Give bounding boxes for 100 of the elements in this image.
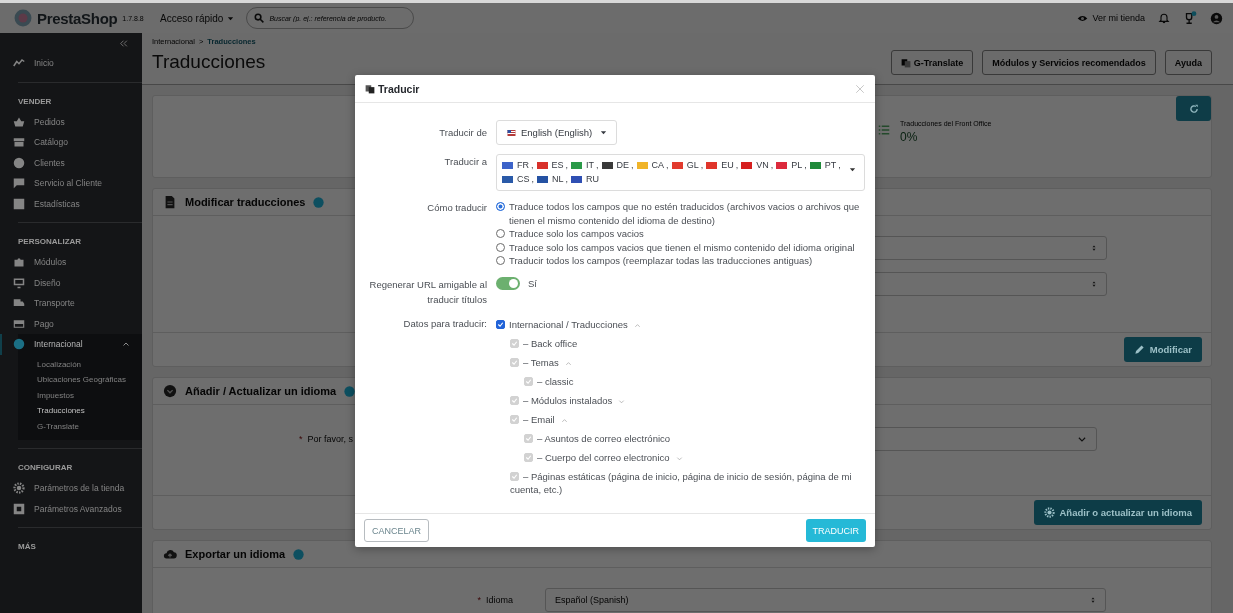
document-icon	[163, 195, 177, 209]
tree-item-label: – Temas	[523, 355, 559, 369]
sort-arrows-icon	[1091, 244, 1097, 252]
caret-icon	[600, 129, 608, 136]
credit-card-icon	[13, 317, 25, 330]
submenu-item[interactable]: Localización	[0, 356, 142, 372]
language-code: CA	[651, 159, 665, 172]
toolbar-button[interactable]: G-Translate	[890, 50, 974, 75]
sidebar-item[interactable]: Estadísticas	[0, 193, 142, 214]
panel-title: Modificar traducciones	[185, 196, 306, 208]
separator-comma: ,	[531, 159, 534, 172]
store-icon	[13, 136, 25, 149]
option-label: Traducir todos los campos (reemplazar todas las traducciones antiguas)	[509, 254, 814, 268]
checkbox[interactable]	[496, 319, 505, 329]
sort-arrows-icon	[1090, 596, 1096, 604]
section-heading: MÁS	[18, 541, 37, 553]
quick-access-button[interactable]: Acceso rápido	[160, 12, 235, 24]
refresh-button[interactable]	[1176, 96, 1211, 121]
option-label: Traduce solo los campos vacios	[509, 227, 645, 241]
submenu-item[interactable]: Traducciones	[0, 403, 142, 419]
tree-item-label: Internacional / Traducciones	[509, 317, 628, 331]
separator-comma: ,	[631, 159, 634, 172]
field-label: Por favor, s	[307, 434, 353, 444]
language-code: EU	[721, 159, 734, 172]
language-code: PL	[791, 159, 803, 172]
sidebar-item[interactable]: Clientes	[0, 152, 142, 173]
page-title: Traducciones	[152, 51, 266, 73]
separator-comma: ,	[531, 173, 535, 186]
section-heading: VENDER	[18, 95, 53, 108]
language-code: DE	[616, 159, 630, 172]
language-code: NL	[552, 173, 564, 186]
info-icon	[344, 385, 356, 397]
field-label: Cómo traducir	[426, 201, 487, 215]
chevron-down-icon	[1077, 434, 1087, 444]
separator-comma: ,	[838, 159, 841, 172]
sort-arrows-icon	[1091, 280, 1097, 288]
chat-bubble-icon	[13, 177, 25, 190]
field-label: Traducir de	[438, 126, 487, 140]
tree-item-label: – classic	[537, 374, 574, 388]
field-label: Idioma	[486, 595, 513, 605]
option-label: Traduce todos los campos que no estén traducidos (archivos vacios o archivos que tienen el mismo contenido del idioma de destino)	[509, 200, 861, 227]
sidebar-item[interactable]: Módulos	[0, 252, 142, 273]
sidebar-item[interactable]: Transporte	[0, 293, 142, 314]
cloud-upload-icon	[163, 547, 177, 561]
separator-comma: ,	[596, 159, 599, 172]
language-multiselect[interactable]: FR , ES , IT , DE , CA , GL , EU , VN , PL , PT , CS , NL , RU	[496, 154, 865, 191]
radio-button[interactable]	[496, 202, 505, 211]
sidebar-item[interactable]: Parámetros Avanzados	[0, 498, 142, 519]
action-button[interactable]: Modificar	[1123, 337, 1202, 362]
view-store-link[interactable]: Ver mi tienda	[1077, 12, 1145, 24]
toggle-switch[interactable]	[496, 276, 520, 290]
section-heading: PERSONALIZAR	[18, 236, 83, 248]
separator-comma: ,	[666, 159, 669, 172]
separator-comma: ,	[700, 159, 704, 172]
collapse-chevrons-icon	[119, 38, 128, 48]
field-label: Traducir a	[443, 155, 487, 169]
toolbar-button[interactable]: Módulos y Servicios recomendados	[982, 50, 1156, 75]
tree-item-label: – Email	[523, 412, 555, 426]
info-icon	[293, 548, 305, 560]
language-code: FR	[517, 159, 529, 172]
submenu-item[interactable]: Impuestos	[0, 387, 142, 403]
language-code: ES	[551, 159, 564, 172]
submenu-item[interactable]: Ubicaciones Geográficas	[0, 372, 142, 388]
language-code: PT	[824, 159, 837, 172]
puzzle-piece-icon	[13, 256, 25, 269]
separator-comma: ,	[735, 159, 739, 172]
toolbar-button[interactable]: Ayuda	[1164, 50, 1212, 75]
select-field[interactable]: Español (Spanish)	[545, 588, 1106, 612]
separator-comma: ,	[565, 159, 569, 172]
tree-item-label: – Asuntos de correo electrónico	[537, 431, 671, 445]
language-select[interactable]: English (English)	[496, 120, 618, 145]
sidebar-item[interactable]: Pedidos	[0, 111, 142, 132]
dialog-title: Traducir	[365, 82, 420, 95]
language-code: CS	[517, 173, 530, 186]
logo-icon	[14, 9, 32, 27]
caret-icon	[227, 14, 235, 22]
chevron-up-icon[interactable]	[633, 321, 641, 329]
pencil-icon	[1133, 344, 1145, 355]
gear-icon	[1043, 507, 1055, 518]
action-button[interactable]: Añadir o actualizar un idioma	[1033, 500, 1202, 525]
sidebar-item[interactable]: Diseño	[0, 272, 142, 293]
tree-item-label: – Back office	[523, 336, 578, 350]
sidebar-item[interactable]: Catálogo	[0, 132, 142, 153]
option-label: Traduce solo los campos vacios que tienen el mismo contenido del idioma original	[509, 240, 856, 254]
required-mark: *	[298, 434, 303, 444]
logo-text: PrestaShop	[37, 9, 118, 27]
translate-icon	[365, 83, 375, 94]
submenu-item[interactable]: G-Translate	[0, 418, 142, 434]
tree-item-label: – Cuerpo del correo electronico	[537, 450, 670, 464]
sidebar-item[interactable]: Parámetros de la tienda	[0, 478, 142, 499]
sidebar-item[interactable]: Pago	[0, 313, 142, 334]
language-code: VN	[756, 159, 769, 172]
separator-comma: ,	[770, 159, 774, 172]
sidebar-item[interactable]: Servicio al Cliente	[0, 173, 142, 194]
language-code: GL	[686, 159, 699, 172]
sidebar-item[interactable]: Internacional	[0, 334, 142, 355]
toggle-label: Sí	[528, 277, 537, 289]
sidebar-item[interactable]: Inicio	[0, 53, 142, 74]
cancel-button[interactable]: CANCELAR	[364, 519, 429, 542]
search-icon	[254, 13, 265, 23]
